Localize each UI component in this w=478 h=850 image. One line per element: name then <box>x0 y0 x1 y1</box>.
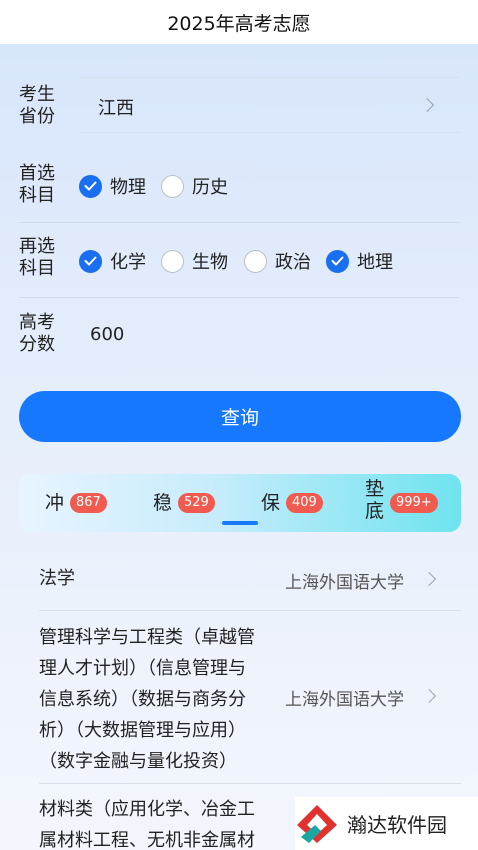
divider <box>19 297 459 298</box>
score-input[interactable]: 600 <box>90 324 124 345</box>
divider <box>39 783 461 784</box>
secondary-option-geography[interactable]: 地理 <box>326 248 393 274</box>
secondary-option-chemistry[interactable]: 化学 <box>79 248 146 274</box>
province-select[interactable]: 江西 <box>80 77 460 133</box>
chevron-right-icon <box>421 688 437 704</box>
logo-icon <box>297 804 337 843</box>
query-button[interactable]: 查询 <box>19 391 461 442</box>
primary-option-history[interactable]: 历史 <box>161 173 228 199</box>
tab-wen[interactable]: 稳 529 <box>153 474 215 532</box>
major-name: 法学 <box>39 568 75 589</box>
checked-radio-icon <box>79 249 102 273</box>
province-value: 江西 <box>98 98 134 119</box>
tab-bao[interactable]: 保 409 <box>261 474 323 532</box>
score-label: 高考 分数 <box>19 312 55 355</box>
active-tab-indicator <box>222 521 258 525</box>
tab-diandi[interactable]: 垫 底 999+ <box>365 474 438 532</box>
secondary-subject-row: 再选 科目 化学 生物 政治 地理 <box>0 236 478 286</box>
count-badge: 409 <box>286 493 323 513</box>
page-title: 2025年高考志愿 <box>167 12 311 35</box>
divider <box>19 222 459 223</box>
chevron-right-icon <box>421 571 437 587</box>
chevron-right-icon <box>419 97 435 113</box>
checked-radio-icon <box>79 174 102 198</box>
school-name: 上海外国语大学 <box>285 573 404 593</box>
title-bar: 2025年高考志愿 <box>0 0 478 44</box>
count-badge: 867 <box>70 493 107 513</box>
secondary-subject-label: 再选 科目 <box>19 236 55 279</box>
primary-option-physics[interactable]: 物理 <box>79 173 146 199</box>
primary-subject-row: 首选 科目 物理 历史 <box>0 160 478 210</box>
secondary-option-biology[interactable]: 生物 <box>161 248 228 274</box>
score-row: 高考 分数 600 <box>0 312 478 362</box>
checked-radio-icon <box>326 249 349 273</box>
primary-subject-label: 首选 科目 <box>19 163 55 206</box>
watermark: 瀚达软件园 <box>295 797 478 850</box>
count-badge: 999+ <box>390 493 438 513</box>
secondary-option-politics[interactable]: 政治 <box>244 248 311 274</box>
list-item[interactable]: 法学 上海外国语大学 <box>19 556 461 611</box>
count-badge: 529 <box>178 493 215 513</box>
unchecked-radio-icon <box>244 249 267 273</box>
major-name: 材料类（应用化学、冶金工 属材料工程、无机非金属材 <box>39 799 255 850</box>
list-item[interactable]: 管理科学与工程类（卓越管 理人才计划）（信息管理与 信息系统）（数据与商务分 析… <box>19 610 461 786</box>
major-name: 管理科学与工程类（卓越管 理人才计划）（信息管理与 信息系统）（数据与商务分 析… <box>39 627 255 772</box>
province-label: 考生 省份 <box>19 84 55 127</box>
unchecked-radio-icon <box>161 174 184 198</box>
tab-chong[interactable]: 冲 867 <box>45 474 107 532</box>
school-name: 上海外国语大学 <box>285 690 404 710</box>
unchecked-radio-icon <box>161 249 184 273</box>
